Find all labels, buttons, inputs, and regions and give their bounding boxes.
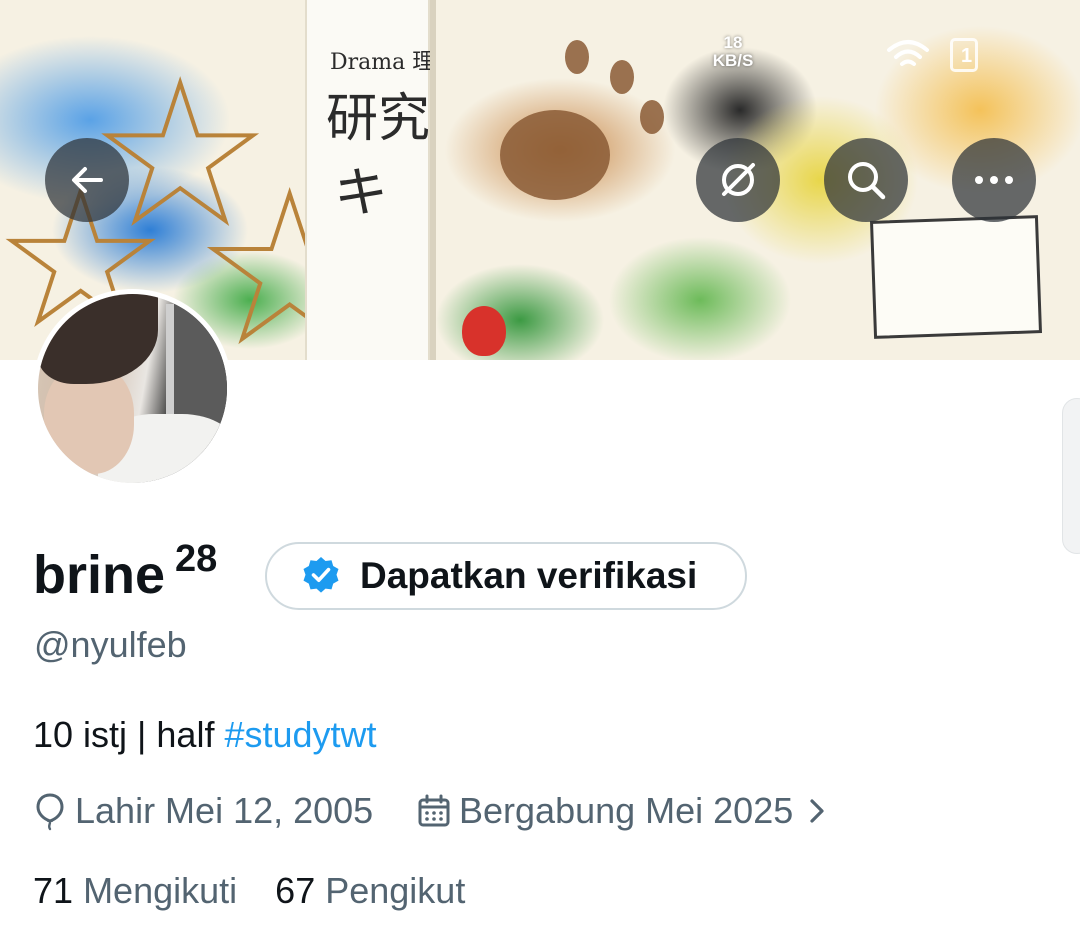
network-speed-unit: KB/S <box>712 51 754 70</box>
bio-text: 10 istj | half <box>33 714 225 755</box>
grok-button[interactable] <box>696 138 780 222</box>
username-handle: @nyulfeb <box>34 624 187 665</box>
banner-paw-drawing <box>500 110 610 200</box>
birth-date: Lahir Mei 12, 2005 <box>33 790 373 832</box>
profile-bio: 10 istj | half #studytwt <box>33 714 377 756</box>
battery-icon: 1 <box>950 38 978 72</box>
banner-book-heading: キ <box>334 161 388 224</box>
search-icon <box>848 162 886 200</box>
battery-level: 1 <box>961 45 973 67</box>
profile-meta: Lahir Mei 12, 2005 Bergabung Mei 2025 <box>33 790 1033 834</box>
calendar-icon <box>418 794 450 827</box>
birth-date-label: Lahir Mei 12, 2005 <box>75 790 374 831</box>
following-count: 71 <box>33 870 74 911</box>
banner-book-heading: 研究 <box>326 89 431 149</box>
back-button[interactable] <box>45 138 129 222</box>
verified-badge-icon <box>303 557 339 593</box>
following-label: Mengikuti <box>83 870 238 911</box>
get-verified-label: Dapatkan verifikasi <box>360 555 698 596</box>
chevron-right-icon <box>810 799 824 823</box>
wifi-icon <box>887 40 929 66</box>
display-name-superscript: 28 <box>175 538 218 580</box>
banner-strawberry-drawing <box>462 306 506 356</box>
get-verified-button[interactable]: Dapatkan verifikasi <box>265 542 747 610</box>
bio-hashtag-link[interactable]: #studytwt <box>224 714 376 755</box>
following-link[interactable]: 71 Mengikuti <box>33 870 237 911</box>
network-speed-value: 18 <box>723 33 743 52</box>
banner-paw-drawing <box>640 100 664 134</box>
display-name: brine 28 <box>33 538 217 614</box>
display-name-text: brine <box>33 545 166 605</box>
more-horizontal-icon <box>975 176 1013 184</box>
banner-sign-drawing <box>869 215 1043 339</box>
more-button[interactable] <box>952 138 1036 222</box>
balloon-icon <box>36 793 64 831</box>
join-date-label: Bergabung Mei 2025 <box>459 790 794 831</box>
followers-count: 67 <box>275 870 316 911</box>
search-button[interactable] <box>824 138 908 222</box>
arrow-left-icon <box>72 167 103 193</box>
followers-link[interactable]: 67 Pengikut <box>275 870 465 911</box>
avatar-photo-hair <box>38 294 158 384</box>
grok-icon <box>722 163 755 196</box>
status-bar: 18 KB/S 1 <box>0 28 1080 78</box>
avatar-photo <box>38 294 227 483</box>
avatar[interactable] <box>33 289 232 488</box>
edge-panel-handle[interactable] <box>1062 398 1080 554</box>
followers-label: Pengikut <box>325 870 466 911</box>
follow-stats: 71 Mengikuti 67 Pengikut <box>33 870 465 912</box>
join-date[interactable]: Bergabung Mei 2025 <box>417 790 835 832</box>
network-speed: 18 KB/S <box>706 34 760 70</box>
